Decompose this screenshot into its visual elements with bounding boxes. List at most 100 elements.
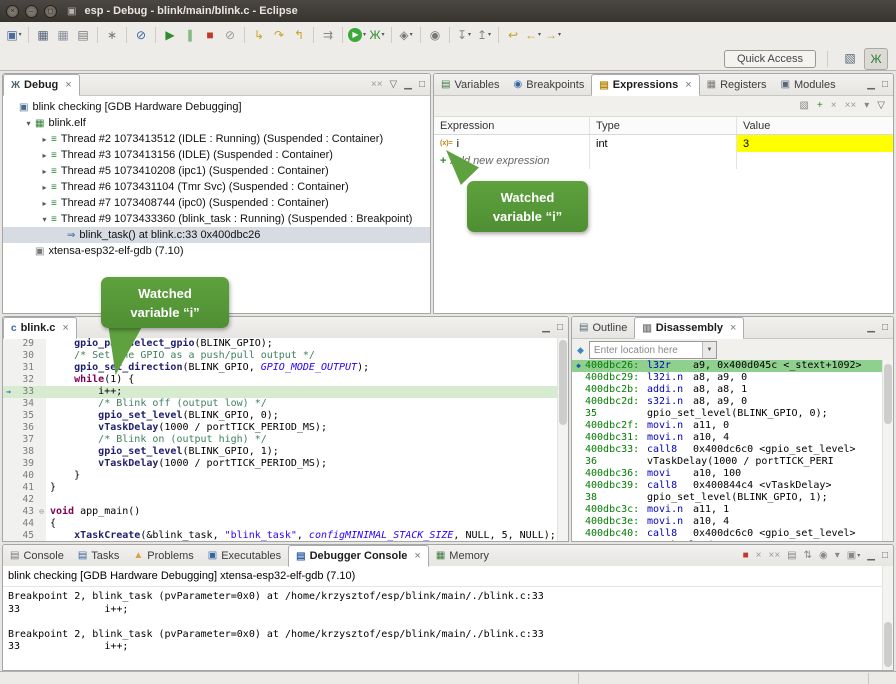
maximize-icon[interactable]: □ [882, 80, 888, 90]
tree-row[interactable]: ▸≡Thread #5 1073410208 (ipc1) (Suspended… [3, 163, 430, 179]
editor-scrollbar-thumb[interactable] [559, 340, 567, 425]
code-line[interactable]: 39 vTaskDelay(1000 / portTICK_PERIOD_MS)… [3, 458, 568, 470]
debug-icon[interactable]: Ж▾ [367, 25, 387, 45]
disassembly-line[interactable]: 400dbc2f:movi.na11, 0 [572, 420, 893, 432]
code-line[interactable]: 43⊖void app_main() [3, 506, 568, 518]
line-number[interactable]: 36 [14, 422, 37, 434]
close-tab-icon[interactable]: × [414, 550, 420, 562]
remove-all-terminated-icon[interactable]: ×× [371, 80, 383, 90]
expander-icon[interactable]: ▸ [39, 183, 50, 192]
tab-memory[interactable]: ▦Memory [429, 545, 496, 566]
tab-variables[interactable]: ▤Variables [434, 74, 507, 95]
scroll-lock-icon[interactable]: ⇅ [804, 551, 812, 561]
tab-debug[interactable]: ЖDebug× [3, 74, 80, 96]
skip-all-breakpoints-icon[interactable]: ⊘ [131, 25, 151, 45]
tab-outline[interactable]: ▤Outline [572, 317, 634, 338]
disassembly-line[interactable]: 400dbc31:movi.na10, 4 [572, 432, 893, 444]
disassembly-scrollbar[interactable] [882, 360, 893, 541]
remove-all-launches-icon[interactable]: ×× [768, 551, 780, 561]
resume-icon[interactable]: ▶ [160, 25, 180, 45]
view-menu-icon[interactable]: ▽ [877, 101, 885, 111]
print-icon[interactable]: ▤ [73, 25, 93, 45]
expression-row[interactable]: (x)= i int 3 [434, 135, 893, 152]
disassembly-line[interactable]: 36vTaskDelay(1000 / portTICK_PERI [572, 456, 893, 468]
close-tab-icon[interactable]: × [62, 322, 68, 334]
line-number[interactable]: 44 [14, 518, 37, 530]
maximize-button[interactable]: ◻ [44, 5, 57, 18]
line-number[interactable]: 41 [14, 482, 37, 494]
tab-registers[interactable]: ▦Registers [700, 74, 774, 95]
search-icon[interactable]: ◉ [425, 25, 445, 45]
remove-launch-icon[interactable]: × [756, 551, 762, 561]
tab-executables[interactable]: ▣Executables [201, 545, 288, 566]
step-into-icon[interactable]: ↳ [249, 25, 269, 45]
disconnect-icon[interactable]: ⊘ [220, 25, 240, 45]
column-header-type[interactable]: Type [590, 117, 737, 134]
code-line[interactable]: →33 i++; [3, 386, 568, 398]
tab-breakpoints[interactable]: ◉Breakpoints [507, 74, 592, 95]
add-expression-icon[interactable]: + [817, 101, 823, 111]
disassembly-line[interactable]: 400dbc2b:addi.na8, a8, 1 [572, 384, 893, 396]
close-tab-icon[interactable]: × [65, 79, 71, 91]
view-menu-icon[interactable]: ▽ [390, 80, 398, 90]
disassembly-line[interactable]: 39vTaskDelay(1000 / portTICK_PERI [572, 540, 893, 542]
open-perspective-button[interactable]: ▧ [839, 48, 861, 68]
code-line[interactable]: 44{ [3, 518, 568, 530]
minimize-icon[interactable]: ▁ [867, 551, 875, 561]
remove-expression-icon[interactable]: × [831, 101, 837, 111]
line-number[interactable]: 35 [14, 410, 37, 422]
terminate-icon[interactable]: ■ [200, 25, 220, 45]
code-line[interactable]: 38 gpio_set_level(BLINK_GPIO, 1); [3, 446, 568, 458]
tree-row[interactable]: ▸≡Thread #7 1073408744 (ipc0) (Suspended… [3, 195, 430, 211]
tab-blink-c[interactable]: cblink.c× [3, 317, 77, 339]
code-line[interactable]: 32 while(1) { [3, 374, 568, 386]
disassembly-scrollbar-thumb[interactable] [884, 364, 892, 424]
line-number[interactable]: 30 [14, 350, 37, 362]
line-number[interactable]: 39 [14, 458, 37, 470]
location-input[interactable]: Enter location here [590, 345, 702, 356]
tree-row[interactable]: ▸≡Thread #6 1073431104 (Tmr Svc) (Suspen… [3, 179, 430, 195]
line-number[interactable]: 45 [14, 530, 37, 542]
line-number[interactable]: 31 [14, 362, 37, 374]
disassembly-line[interactable]: 400dbc3c:movi.na11, 1 [572, 504, 893, 516]
close-button[interactable]: × [6, 5, 19, 18]
line-number[interactable]: 32 [14, 374, 37, 386]
disassembly-line[interactable]: 400dbc3e:movi.na10, 4 [572, 516, 893, 528]
tree-row[interactable]: ⇒blink_task() at blink.c:33 0x400dbc26 [3, 227, 430, 243]
column-header-expression[interactable]: Expression [434, 117, 590, 134]
disassembly-line[interactable]: 400dbc33:call80x400dc6c0 <gpio_set_level… [572, 444, 893, 456]
pin-console-icon[interactable]: ◉ [819, 551, 828, 561]
tree-row[interactable]: ▾≡Thread #9 1073433360 (blink_task : Run… [3, 211, 430, 227]
location-combo[interactable]: Enter location here ▼ [589, 341, 717, 359]
maximize-icon[interactable]: □ [419, 80, 425, 90]
maximize-icon[interactable]: □ [882, 323, 888, 333]
line-number[interactable]: 33 [14, 386, 37, 398]
quick-access-button[interactable]: Quick Access [724, 50, 816, 68]
close-tab-icon[interactable]: × [730, 322, 736, 334]
tab-problems[interactable]: ▲Problems [126, 545, 200, 566]
disassembly-line[interactable]: 38gpio_set_level(BLINK_GPIO, 1); [572, 492, 893, 504]
last-edit-location-icon[interactable]: ↩ [503, 25, 523, 45]
code-line[interactable]: 40 } [3, 470, 568, 482]
minimize-icon[interactable]: ▁ [867, 80, 875, 90]
new-wizard-icon[interactable]: ▣▾ [4, 25, 24, 45]
expander-icon[interactable]: ▾ [39, 215, 50, 224]
expander-icon[interactable]: ▸ [39, 151, 50, 160]
line-number[interactable]: 37 [14, 434, 37, 446]
suspend-icon[interactable]: ∥ [180, 25, 200, 45]
code-line[interactable]: 45 xTaskCreate(&blink_task, "blink_task"… [3, 530, 568, 542]
minimize-button[interactable]: – [25, 5, 38, 18]
tree-row[interactable]: ▸≡Thread #3 1073413156 (IDLE) (Suspended… [3, 147, 430, 163]
disassembly-line[interactable]: 400dbc40:call80x400dc6c0 <gpio_set_level… [572, 528, 893, 540]
line-number[interactable]: 42 [14, 494, 37, 506]
code-line[interactable]: 41} [3, 482, 568, 494]
tab-expressions[interactable]: ▤Expressions× [591, 74, 699, 96]
code-line[interactable]: 35 gpio_set_level(BLINK_GPIO, 0); [3, 410, 568, 422]
line-number[interactable]: 40 [14, 470, 37, 482]
tab-console[interactable]: ▤Console [3, 545, 71, 566]
tab-tasks[interactable]: ▤Tasks [71, 545, 127, 566]
tree-row[interactable]: ▸≡Thread #2 1073413512 (IDLE : Running) … [3, 131, 430, 147]
disassembly-line[interactable]: ◆400dbc26:l32ra9, 0x400d045c <_stext+109… [572, 360, 893, 372]
code-line[interactable]: 30 /* Set the GPIO as a push/pull output… [3, 350, 568, 362]
line-number[interactable]: 34 [14, 398, 37, 410]
